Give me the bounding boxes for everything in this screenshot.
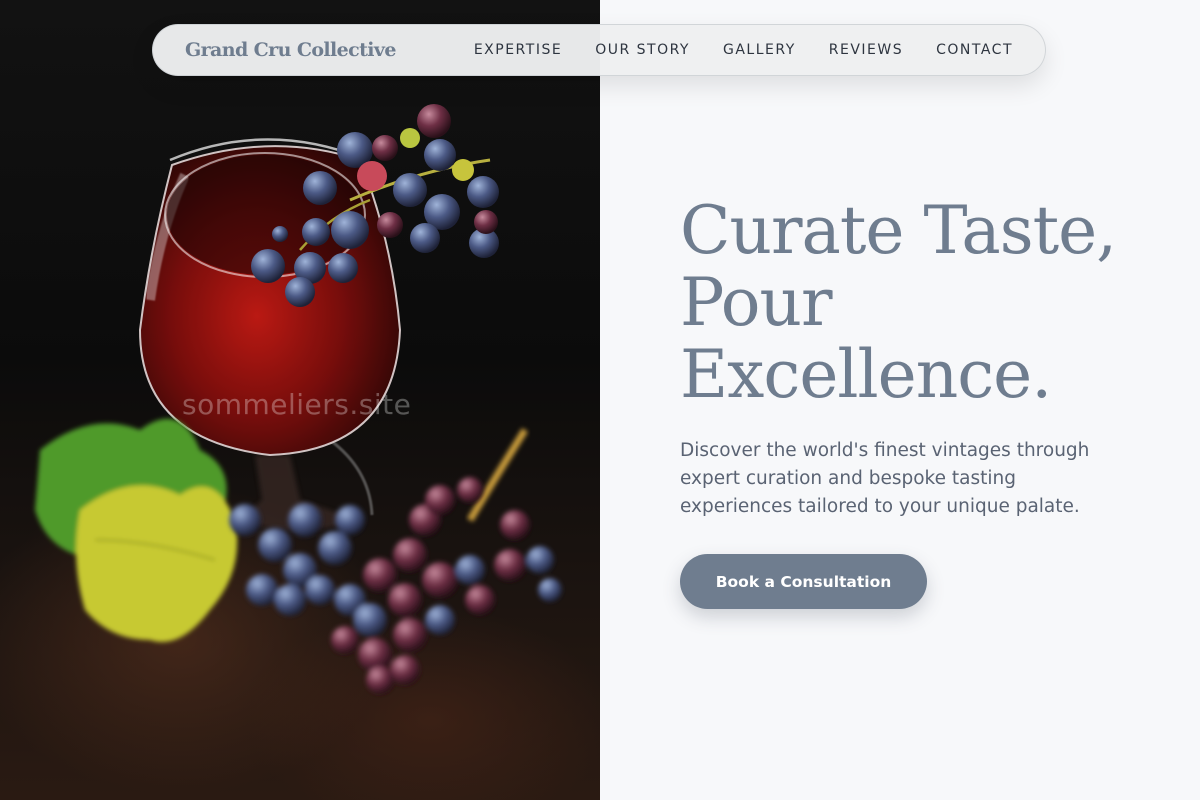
hero-subtitle: Discover the world's finest vintages thr… [680, 440, 1090, 517]
headline-line-1: Curate Taste, [680, 192, 1117, 269]
nav-link-reviews[interactable]: REVIEWS [829, 42, 903, 58]
watermark-text: sommeliers.site [182, 388, 412, 421]
top-navigation: Grand Cru Collective EXPERTISE OUR STORY… [152, 24, 1046, 76]
hero-section: Curate Taste, Pour Excellence. Discover … [680, 195, 1160, 521]
nav-links: EXPERTISE OUR STORY GALLERY REVIEWS CONT… [474, 42, 1013, 58]
headline-line-2: Pour [680, 264, 833, 341]
nav-link-gallery[interactable]: GALLERY [723, 42, 796, 58]
book-consultation-button[interactable]: Book a Consultation [680, 554, 927, 609]
nav-link-our-story[interactable]: OUR STORY [595, 42, 690, 58]
hero-photo: sommeliers.site [0, 0, 600, 800]
nav-link-contact[interactable]: CONTACT [936, 42, 1013, 58]
nav-link-expertise[interactable]: EXPERTISE [474, 42, 562, 58]
hero-headline: Curate Taste, Pour Excellence. [680, 195, 1160, 411]
brand-logo[interactable]: Grand Cru Collective [185, 39, 396, 61]
headline-line-3: Excellence. [680, 336, 1052, 413]
